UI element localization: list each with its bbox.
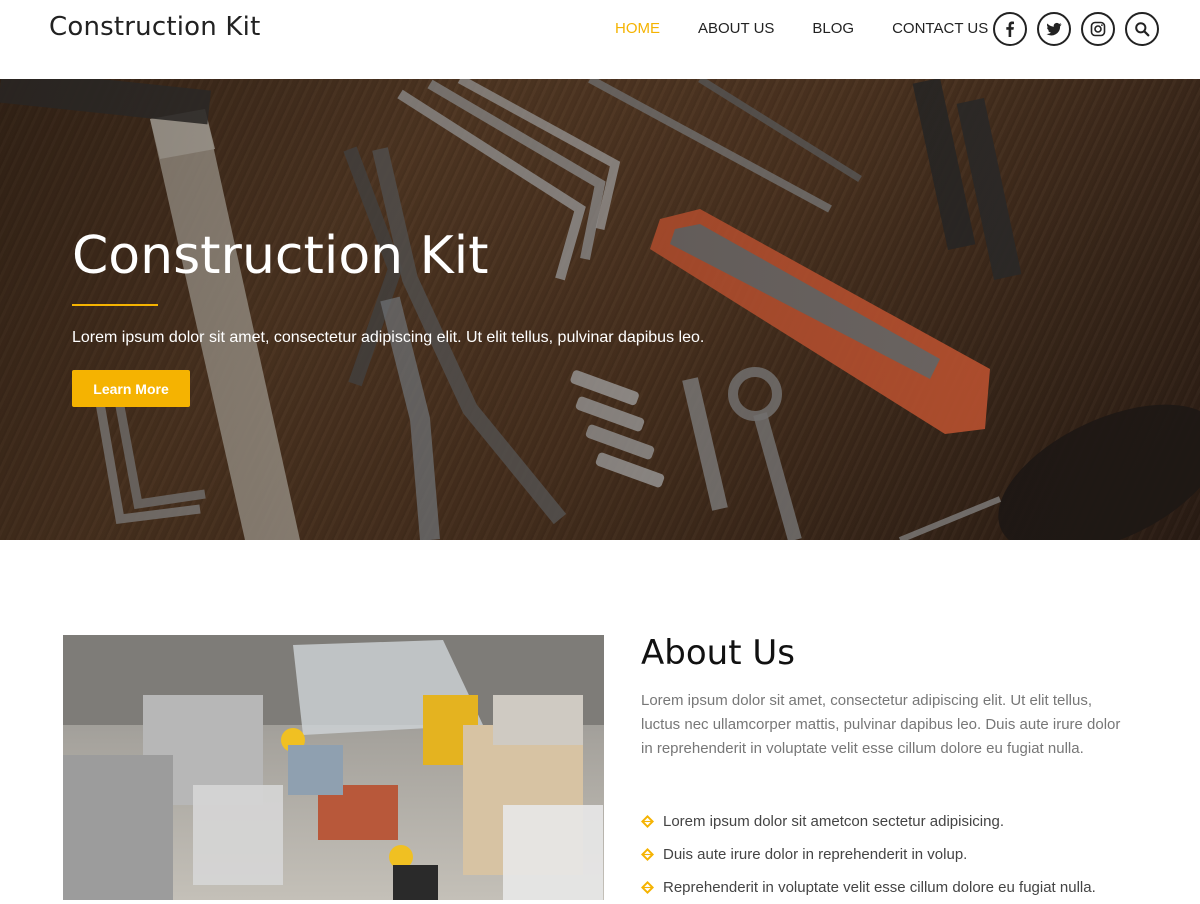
list-item-text: Lorem ipsum dolor sit ametcon sectetur a… <box>663 813 1004 830</box>
about-title: About Us <box>641 633 795 673</box>
learn-more-button[interactable]: Learn More <box>72 370 190 407</box>
diamond-bullet-icon <box>641 848 654 861</box>
hero-banner: Construction Kit Lorem ipsum dolor sit a… <box>0 79 1200 540</box>
search-icon <box>1135 22 1150 37</box>
about-feature-list: Lorem ipsum dolor sit ametcon sectetur a… <box>641 805 1096 904</box>
diamond-bullet-icon <box>641 815 654 828</box>
main-nav: HOME ABOUT US BLOG CONTACT US <box>615 20 1026 38</box>
about-text: Lorem ipsum dolor sit amet, consectetur … <box>641 692 1121 757</box>
hero-overlay <box>0 79 1200 540</box>
site-header: Construction Kit HOME ABOUT US BLOG CONT… <box>0 0 1200 78</box>
nav-item-contact-us[interactable]: CONTACT US <box>892 20 988 38</box>
list-item: Duis aute irure dolor in reprehenderit i… <box>641 838 1096 871</box>
search-button[interactable] <box>1125 12 1159 46</box>
list-item: Lorem ipsum dolor sit ametcon sectetur a… <box>641 805 1096 838</box>
social-links <box>993 12 1169 46</box>
hero-subtitle: Lorem ipsum dolor sit amet, consectetur … <box>72 329 705 346</box>
nav-item-about-us[interactable]: ABOUT US <box>698 20 774 38</box>
twitter-button[interactable] <box>1037 12 1071 46</box>
list-item-text: Duis aute irure dolor in reprehenderit i… <box>663 846 968 863</box>
nav-item-home[interactable]: HOME <box>615 20 660 38</box>
instagram-icon <box>1090 21 1106 37</box>
list-item-text: Reprehenderit in voluptate velit esse ci… <box>663 879 1096 896</box>
hero-title: Construction Kit <box>72 226 489 286</box>
facebook-icon <box>1006 21 1014 37</box>
construction-site-image <box>63 635 604 900</box>
diamond-bullet-icon <box>641 881 654 894</box>
nav-item-blog[interactable]: BLOG <box>812 20 854 38</box>
twitter-icon <box>1046 22 1062 36</box>
hero-divider <box>72 304 158 306</box>
facebook-button[interactable] <box>993 12 1027 46</box>
site-logo[interactable]: Construction Kit <box>49 12 260 42</box>
list-item: Reprehenderit in voluptate velit esse ci… <box>641 871 1096 904</box>
instagram-button[interactable] <box>1081 12 1115 46</box>
